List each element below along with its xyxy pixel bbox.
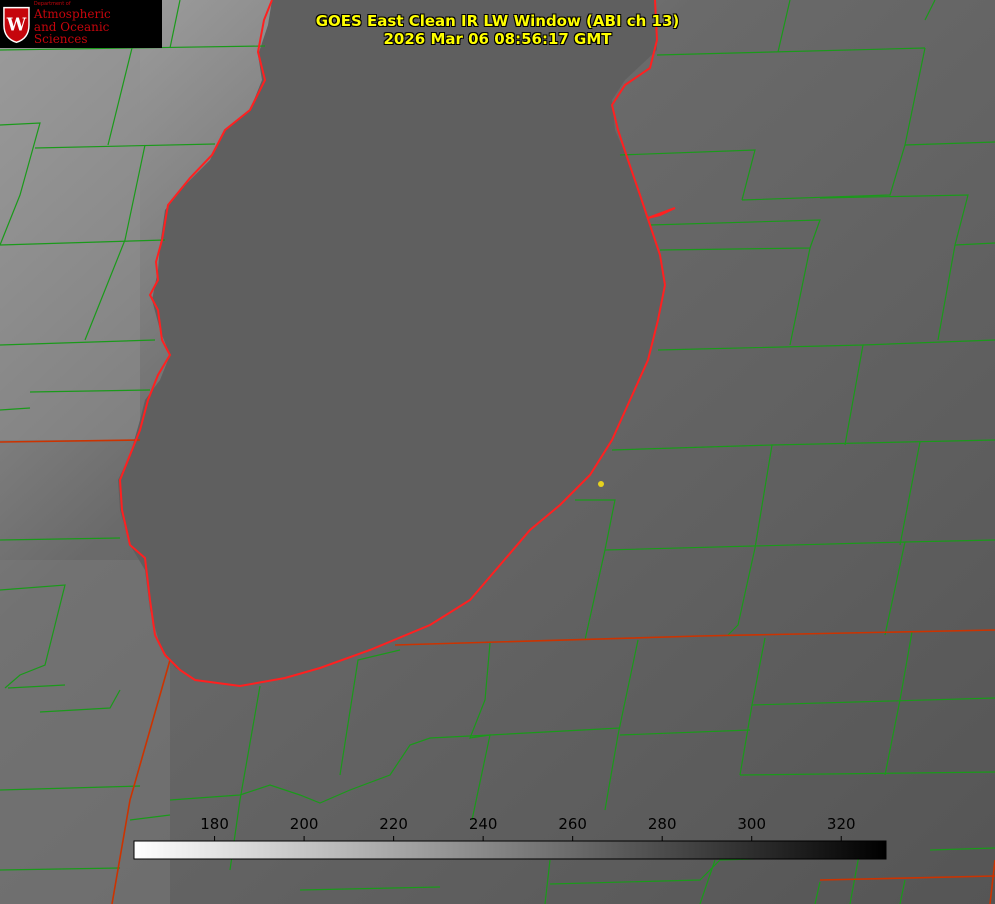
title-line1: GOES East Clean IR LW Window (ABI ch 13) bbox=[315, 12, 680, 30]
image-title: GOES East Clean IR LW Window (ABI ch 13)… bbox=[0, 12, 995, 48]
colorbar-tick-label: 220 bbox=[379, 815, 408, 833]
satellite-map bbox=[0, 0, 995, 904]
location-marker bbox=[598, 481, 604, 487]
colorbar-tick-label: 300 bbox=[737, 815, 767, 833]
colorbar-tick-label: 240 bbox=[468, 815, 498, 833]
colorbar-tick-label: 180 bbox=[200, 815, 229, 833]
title-timestamp: 2026 Mar 06 08:56:17 GMT bbox=[383, 30, 612, 48]
colorbar-tick-label: 320 bbox=[826, 815, 856, 833]
colorbar-tick-label: 260 bbox=[558, 815, 587, 833]
colorbar bbox=[133, 840, 887, 860]
colorbar-tick-label: 200 bbox=[289, 815, 319, 833]
colorbar-tick-label: 280 bbox=[647, 815, 677, 833]
